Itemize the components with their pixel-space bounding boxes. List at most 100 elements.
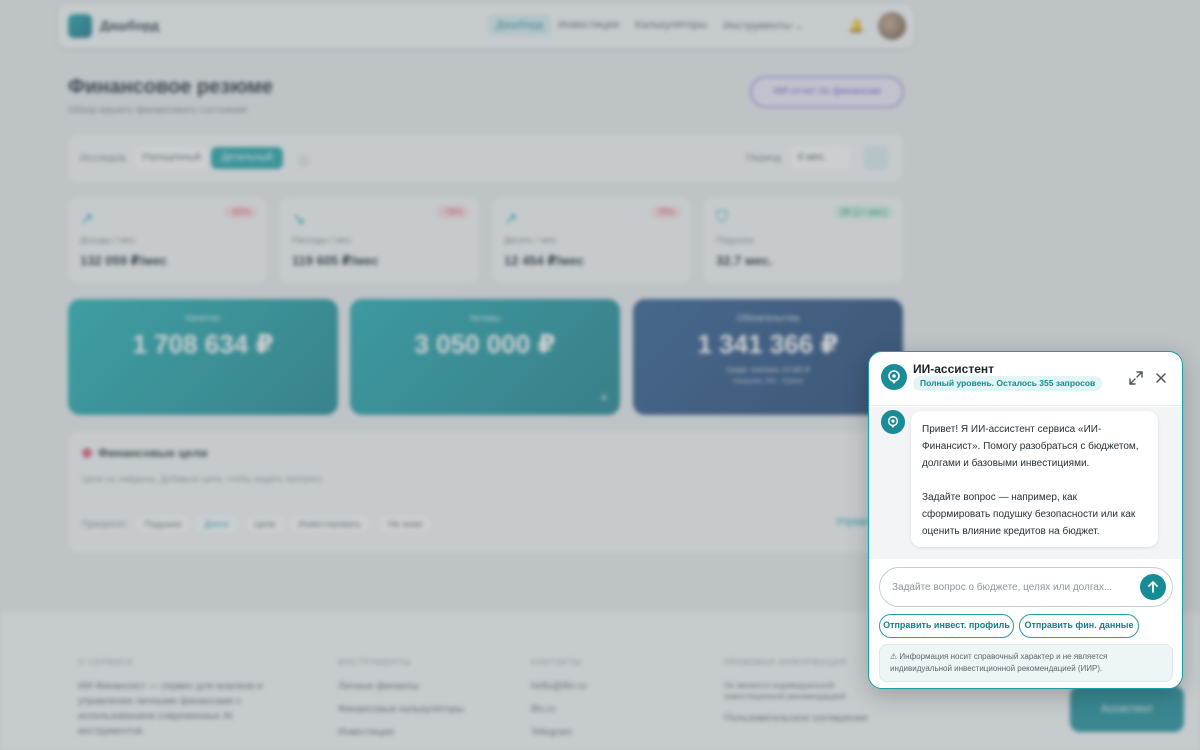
ai-report-button[interactable]: ИИ-отчет по финансам xyxy=(750,76,904,108)
assistant-avatar-icon xyxy=(881,410,905,434)
liabilities-payments: Средн. платежи: 24 580 ₽ xyxy=(726,367,810,374)
footer-heading: ПРАВОВАЯ ИНФОРМАЦИЯ xyxy=(724,658,848,667)
disclaimer-text: Информация носит справочный характер и н… xyxy=(890,652,1108,673)
goals-card: Финансовые цели Цели не найдены. Добавьт… xyxy=(68,432,903,552)
assets-value: 3 050 000 ₽ xyxy=(414,329,556,359)
footer-link[interactable]: Финансовые калькуляторы xyxy=(338,704,464,715)
chat-input-wrapper xyxy=(879,567,1173,607)
footer-text: Не является индивидуальной xyxy=(724,681,835,690)
mode-simple-button[interactable]: Упрощенный xyxy=(134,147,208,169)
nav-tools-label: Инструменты xyxy=(723,20,792,32)
footer-link[interactable]: ifin.ru xyxy=(531,704,587,715)
footer-heading: О СЕРВИСЕ xyxy=(78,658,135,667)
brand-name: Дашборд xyxy=(100,18,160,33)
stat-value: 132 059 ₽/мес xyxy=(80,253,168,268)
view-mode-label: Исследов. xyxy=(80,153,128,164)
goals-title: Финансовые цели xyxy=(82,446,207,460)
period-label: Период xyxy=(746,153,782,164)
stat-value: 119 605 ₽/мес xyxy=(292,253,379,268)
footer-text: управления личными финансами с xyxy=(78,696,242,707)
priority-chip[interactable]: Не знаю xyxy=(380,516,431,532)
priority-chip[interactable]: Подушка xyxy=(136,516,190,532)
shield-icon: ⛉ xyxy=(716,209,729,226)
stat-value: 12 454 ₽/мес xyxy=(504,253,584,268)
trend-down-icon: ↘ xyxy=(292,211,306,228)
nav-tools[interactable]: Инструменты ⌄ xyxy=(723,19,804,32)
footer-link[interactable]: Пользовательское соглашение xyxy=(724,713,868,724)
chat-header: ИИ-ассистент Полный уровень. Осталось 35… xyxy=(869,352,1182,406)
assistant-fab-button[interactable]: Ассистент xyxy=(1070,686,1184,732)
footer-legal: ПРАВОВАЯ ИНФОРМАЦИЯ Не является индивиду… xyxy=(724,658,868,736)
stat-card-cushion: ⛉ 28 (1+ мес) Подушка 32.7 мес. xyxy=(704,197,903,283)
footer-link[interactable]: Личные финансы xyxy=(338,681,464,692)
expand-icon[interactable] xyxy=(1126,368,1146,388)
priority-label: Приоритет: xyxy=(82,519,129,529)
assets-card: Активы 3 050 000 ₽ + xyxy=(350,299,620,415)
add-icon[interactable]: + xyxy=(600,389,608,405)
disclaimer-box: ⚠ Информация носит справочный характер и… xyxy=(879,644,1173,682)
footer-link[interactable]: Telegram xyxy=(531,727,587,738)
warning-icon: ⚠ xyxy=(890,652,898,661)
footer-heading: КОНТАКТЫ xyxy=(531,658,583,667)
liabilities-card: Обязательства 1 341 366 ₽ Средн. платежи… xyxy=(633,299,903,415)
footer-text: инструментов xyxy=(78,726,143,737)
assets-label: Активы xyxy=(469,313,501,323)
capital-label: Капитал xyxy=(185,313,221,323)
footer-text: инвестиционной рекомендацией xyxy=(724,692,846,701)
page-subtitle: Обзор вашего финансового состояния xyxy=(68,105,248,116)
stat-label: Десять / мес xyxy=(504,235,557,245)
nav-calculators[interactable]: Калькуляторы xyxy=(635,19,707,31)
footer-contacts: КОНТАКТЫ hello@ifin.ru ifin.ru Telegram xyxy=(531,658,587,750)
priority-chip[interactable]: Инвестировать xyxy=(290,516,370,532)
capital-value: 1 708 634 ₽ xyxy=(132,329,274,359)
goals-empty-text: Цели не найдены. Добавьте цели, чтобы ви… xyxy=(82,474,323,484)
ai-assistant-panel: ИИ-ассистент Полный уровень. Осталось 35… xyxy=(868,351,1183,689)
nav-investments[interactable]: Инвестиции xyxy=(558,19,619,31)
message-paragraph: Задайте вопрос — например, как сформиров… xyxy=(922,492,1136,537)
footer-link[interactable]: Инвестиции xyxy=(338,727,464,738)
stat-label: Подушка xyxy=(716,235,754,245)
grid-icon[interactable] xyxy=(864,146,888,170)
stat-card-income: ↗ -65% Доходы / мес 132 059 ₽/мес xyxy=(68,197,267,283)
priority-chip[interactable]: Долги xyxy=(196,516,237,532)
trend-up-icon: ↗ xyxy=(80,211,94,228)
page-title: Финансовое резюме xyxy=(68,76,273,98)
chat-title: ИИ-ассистент xyxy=(913,362,994,376)
liabilities-label: Обязательства xyxy=(736,313,800,323)
assistant-avatar-icon xyxy=(881,364,907,390)
stat-label: Доходы / мес xyxy=(80,235,136,245)
top-navbar: Дашборд Дашборд Инвестиции Калькуляторы … xyxy=(58,4,914,48)
chat-messages: Привет! Я ИИ-ассистент сервиса «ИИ-Финан… xyxy=(869,407,1182,559)
info-icon[interactable]: ⓘ xyxy=(298,153,309,169)
nav-dashboard[interactable]: Дашборд xyxy=(488,14,552,36)
goals-title-text: Финансовые цели xyxy=(98,446,208,460)
stat-card-expenses: ↘ -78% Расходы / мес 119 605 ₽/мес xyxy=(280,197,479,283)
footer-link[interactable]: hello@ifin.ru xyxy=(531,681,587,692)
trend-up-icon: ↗ xyxy=(504,211,518,228)
footer-tools: ИНСТРУМЕНТЫ Личные финансы Финансовые ка… xyxy=(338,658,464,750)
period-select[interactable]: 6 мес. xyxy=(790,146,850,170)
liabilities-value: 1 341 366 ₽ xyxy=(697,329,839,359)
footer-about: О СЕРВИСЕ ИИ-Финансист — сервис для анал… xyxy=(78,658,262,741)
send-fin-data-button[interactable]: Отправить фин. данные xyxy=(1019,614,1139,638)
status-badge: -78% xyxy=(435,205,469,219)
close-icon[interactable] xyxy=(1151,368,1171,388)
status-badge: -65% xyxy=(223,205,257,219)
liabilities-load: Нагрузка: 8% · Нужно xyxy=(732,378,804,385)
chat-input[interactable] xyxy=(892,568,1137,606)
app-logo xyxy=(68,14,92,38)
priority-chip[interactable]: Цели xyxy=(246,516,284,532)
view-mode-bar: Исследов. Упрощенный Детальный ⓘ Период … xyxy=(68,134,903,182)
send-button[interactable] xyxy=(1140,574,1166,600)
mode-detailed-button[interactable]: Детальный xyxy=(211,147,283,169)
target-icon xyxy=(82,448,92,458)
stat-value: 32.7 мес. xyxy=(716,253,773,268)
arrow-up-icon xyxy=(1148,581,1158,593)
footer-text: ИИ-Финансист — сервис для анализа и xyxy=(78,681,263,692)
stat-card-savings: ↗ 78% Десять / мес 12 454 ₽/мес xyxy=(492,197,691,283)
send-invest-profile-button[interactable]: Отправить инвест. профиль xyxy=(879,614,1014,638)
capital-card: Капитал 1 708 634 ₽ xyxy=(68,299,338,415)
bell-icon[interactable]: 🔔 xyxy=(848,18,864,34)
avatar[interactable] xyxy=(878,12,906,40)
footer-heading: ИНСТРУМЕНТЫ xyxy=(338,658,411,667)
